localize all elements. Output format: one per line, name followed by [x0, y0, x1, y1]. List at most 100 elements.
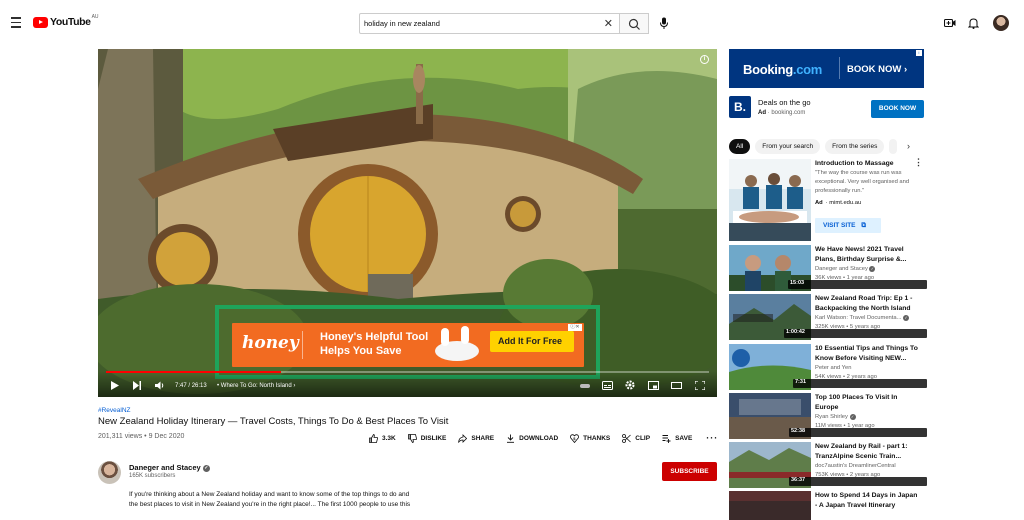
subscribe-button[interactable]: SUBSCRIBE	[662, 462, 717, 481]
chip-overflow[interactable]	[889, 139, 898, 154]
search-box: ✕	[359, 13, 620, 34]
video-channel: Ryan Shirley ✓	[815, 414, 856, 420]
video-duration: 15:03	[788, 280, 927, 289]
sidebar-video-item[interactable]: 52:38 Top 100 Places To Visit In Europe …	[729, 393, 929, 439]
promo-title: Introduction to Massage	[815, 160, 894, 167]
booking-brand-a: Booking	[743, 62, 793, 77]
search-input[interactable]	[364, 19, 594, 28]
video-views: 325K views • 5 years ago	[815, 324, 881, 330]
ad-highlight-frame	[215, 305, 600, 379]
video-channel: Karl Watson: Travel Documenta... ✓	[815, 315, 910, 321]
playlist-add-icon	[662, 434, 671, 443]
more-actions-button[interactable]: ···	[706, 433, 718, 443]
notifications-bell-icon[interactable]	[968, 17, 979, 29]
youtube-logo[interactable]: YouTube AU	[33, 14, 99, 28]
chapter-title: Where To Go: North Island	[220, 383, 292, 389]
video-description[interactable]: If you're thinking about a New Zealand h…	[129, 490, 429, 510]
visit-site-button[interactable]: VISIT SITE ⧉	[815, 218, 881, 233]
promo-ad-line: Ad · mimt.edu.au	[815, 200, 862, 206]
description-line-2: the best places to visit in New Zealand …	[129, 501, 411, 508]
like-count: 3.3K	[382, 434, 396, 442]
download-icon	[507, 434, 515, 443]
sidebar-video-item[interactable]: 7:31 10 Essential Tips and Things To Kno…	[729, 344, 929, 390]
booking-banner-ad[interactable]: Booking.com BOOK NOW › i	[729, 49, 924, 88]
sidebar-video-item[interactable]: How to Spend 14 Days in Japan - A Japan …	[729, 491, 929, 520]
theater-mode-icon[interactable]	[671, 381, 682, 390]
video-hashtag[interactable]: #RevealNZ	[98, 407, 131, 414]
chevron-right-icon[interactable]: ›	[907, 141, 910, 151]
dislike-button[interactable]: DISLIKE	[407, 433, 447, 443]
search-icon	[628, 18, 640, 30]
video-title: Top 100 Places To Visit In Europe	[815, 394, 898, 411]
subtitles-icon[interactable]	[602, 381, 613, 390]
create-video-icon[interactable]	[944, 17, 956, 29]
video-title: 10 Essential Tips and Things To Know Bef…	[815, 345, 918, 362]
super-thanks-icon: $	[570, 433, 580, 443]
booking-site: booking.com	[771, 110, 806, 116]
settings-gear-icon[interactable]	[625, 380, 635, 390]
thanks-button[interactable]: $ THANKS	[570, 433, 610, 443]
video-player[interactable]: i honey Honey's Helpful Tool Helps You S…	[98, 49, 717, 397]
time-display: 7:47 / 26:13	[175, 383, 207, 389]
svg-text:$: $	[573, 435, 576, 440]
save-button[interactable]: SAVE	[662, 433, 692, 443]
user-avatar[interactable]	[993, 15, 1009, 31]
video-title: How to Spend 14 Days in Japan - A Japan …	[815, 492, 918, 509]
description-line-1: If you're thinking about a New Zealand h…	[129, 491, 410, 498]
booking-deal-text: Deals on the go	[758, 98, 811, 107]
progress-bar[interactable]	[106, 371, 709, 373]
promo-thumbnail-massage	[729, 159, 811, 241]
sidebar-video-item[interactable]: 15:03 We Have News! 2021 Travel Plans, B…	[729, 245, 929, 291]
chip-from-your-search[interactable]: From your search	[755, 139, 821, 154]
verified-check-icon: ✓	[202, 464, 210, 472]
video-views: 36K views • 1 year ago	[815, 275, 875, 281]
clear-search-icon[interactable]: ✕	[604, 17, 613, 30]
channel-avatar[interactable]	[98, 461, 121, 484]
video-views: 753K views • 2 years ago	[815, 472, 881, 478]
video-channel-name: Karl Watson: Travel Documenta...	[815, 315, 902, 321]
sidebar-video-item[interactable]: 1:00:42 New Zealand Road Trip: Ep 1 - Ba…	[729, 294, 929, 340]
info-icon[interactable]: i	[700, 55, 709, 64]
promo-more-icon[interactable]: ⋮	[914, 158, 923, 167]
video-channel: Daneger and Stacey ✓	[815, 266, 876, 272]
save-label: SAVE	[675, 434, 693, 442]
book-now-button[interactable]: BOOK NOW	[871, 100, 924, 118]
search-button[interactable]	[620, 13, 649, 34]
share-button[interactable]: SHARE	[458, 433, 494, 443]
booking-logo: Booking.com	[743, 62, 822, 77]
ad-label: Ad	[758, 110, 766, 116]
chip-from-the-series[interactable]: From the series	[825, 139, 885, 154]
top-bar: YouTube AU ✕	[0, 0, 1024, 48]
dislike-label: DISLIKE	[420, 434, 447, 442]
chip-all[interactable]: All	[729, 139, 751, 154]
ad-choices-icon[interactable]: i	[916, 50, 922, 56]
miniplayer-icon[interactable]	[648, 381, 659, 390]
video-views: 11M views • 1 year ago	[815, 423, 875, 429]
microphone-icon[interactable]	[659, 17, 669, 30]
verified-check-icon: ✓	[849, 414, 856, 420]
booking-site-line: Ad · booking.com	[758, 110, 806, 116]
chapter-button[interactable]: • Where To Go: North Island ›	[217, 383, 295, 389]
video-duration: 1:00:42	[784, 329, 927, 338]
verified-check-icon: ✓	[869, 266, 876, 272]
clip-button[interactable]: CLIP	[622, 433, 650, 443]
play-icon[interactable]	[111, 381, 119, 390]
thumbs-up-icon	[369, 433, 378, 443]
like-button[interactable]: 3.3K	[369, 433, 396, 443]
menu-icon[interactable]	[11, 17, 21, 28]
time-total: 26:13	[191, 383, 207, 389]
banner-cta: BOOK NOW ›	[847, 64, 908, 75]
promoted-item[interactable]: Introduction to Massage "The way the cou…	[729, 158, 929, 241]
channel-name[interactable]: Daneger and Stacey ✓	[129, 463, 210, 472]
youtube-play-icon	[33, 16, 48, 28]
video-channel-name: Ryan Shirley	[815, 414, 848, 420]
volume-icon[interactable]	[155, 381, 165, 390]
autoplay-toggle[interactable]	[580, 381, 590, 390]
download-button[interactable]: DOWNLOAD	[506, 433, 558, 443]
fullscreen-icon[interactable]	[695, 381, 705, 390]
sidebar-video-item[interactable]: 36:37 New Zealand by Rail - part 1: Tran…	[729, 442, 929, 488]
video-actions: 3.3K DISLIKE SHARE DOWNLOAD $ THANKS CLI…	[369, 433, 730, 443]
country-code: AU	[91, 14, 99, 20]
promo-quote: "The way the course was run was exceptio…	[815, 170, 910, 194]
next-icon[interactable]	[133, 381, 141, 390]
